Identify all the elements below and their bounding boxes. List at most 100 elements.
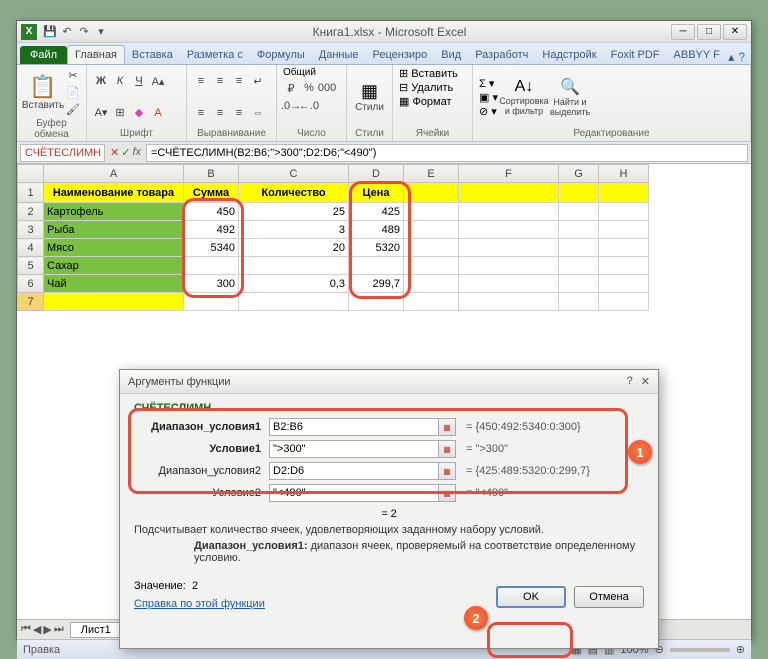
zoom-slider[interactable] (670, 648, 730, 652)
inc-decimal-icon[interactable]: .0→ (283, 98, 299, 114)
cell[interactable] (404, 293, 459, 311)
cell[interactable]: 425 (349, 203, 404, 221)
save-icon[interactable]: 💾 (43, 25, 57, 39)
row-header[interactable]: 3 (18, 221, 44, 239)
cell[interactable] (239, 293, 349, 311)
arg-input-range1[interactable] (269, 418, 439, 436)
tab-view[interactable]: Вид (434, 46, 468, 64)
zoom-in-icon[interactable]: ⊕ (736, 643, 745, 656)
italic-icon[interactable]: К (112, 73, 128, 89)
cell[interactable] (459, 239, 559, 257)
cell[interactable] (599, 183, 649, 203)
cell[interactable]: 492 (184, 221, 239, 239)
paste-button[interactable]: 📋Вставить (23, 74, 63, 111)
arg-input-range2[interactable] (269, 462, 439, 480)
find-select-button[interactable]: 🔍Найти и выделить (550, 77, 590, 117)
cell[interactable]: 3 (239, 221, 349, 239)
underline-icon[interactable]: Ч (131, 73, 147, 89)
col-header[interactable]: B (184, 165, 239, 183)
col-header[interactable]: A (44, 165, 184, 183)
row-header[interactable]: 1 (18, 183, 44, 203)
border-icon[interactable]: ⊞ (112, 105, 128, 121)
tab-insert[interactable]: Вставка (125, 46, 180, 64)
align-bot-icon[interactable]: ≡ (231, 73, 247, 89)
align-center-icon[interactable]: ≡ (212, 105, 228, 121)
font-color-icon[interactable]: A (150, 105, 166, 121)
tab-next-icon[interactable]: ▶ (43, 623, 51, 636)
cell[interactable] (404, 257, 459, 275)
cell[interactable] (404, 239, 459, 257)
cell[interactable] (599, 221, 649, 239)
styles-button[interactable]: ▦Стили (353, 81, 386, 113)
tab-review[interactable]: Рецензиро (366, 46, 435, 64)
select-all-corner[interactable] (18, 165, 44, 183)
cell[interactable]: 300 (184, 275, 239, 293)
cut-icon[interactable]: ✂ (65, 67, 81, 83)
cell[interactable]: Рыба (44, 221, 184, 239)
cell[interactable] (184, 257, 239, 275)
fill-color-icon[interactable]: ◆ (131, 105, 147, 121)
close-button[interactable]: ✕ (723, 24, 747, 40)
row-header[interactable]: 6 (18, 275, 44, 293)
range-picker-icon[interactable]: ▦ (438, 462, 456, 480)
cell[interactable] (459, 183, 559, 203)
fill-down-icon[interactable]: ▣ ▾ (479, 91, 498, 104)
cell[interactable] (459, 203, 559, 221)
col-header[interactable]: H (599, 165, 649, 183)
sheet-tab[interactable]: Лист1 (70, 622, 122, 638)
cell[interactable] (404, 203, 459, 221)
redo-icon[interactable]: ↷ (77, 25, 91, 39)
range-picker-icon[interactable]: ▦ (438, 440, 456, 458)
cell[interactable] (559, 239, 599, 257)
range-picker-icon[interactable]: ▦ (438, 418, 456, 436)
undo-icon[interactable]: ↶ (60, 25, 74, 39)
cell[interactable] (184, 293, 239, 311)
cell[interactable] (599, 239, 649, 257)
cell[interactable]: Сахар (44, 257, 184, 275)
dialog-close-icon[interactable]: ✕ (641, 375, 650, 388)
range-picker-icon[interactable]: ▦ (438, 484, 456, 502)
cell[interactable] (599, 275, 649, 293)
minimize-button[interactable]: ─ (671, 24, 695, 40)
accept-formula-icon[interactable]: ✓ (121, 146, 130, 159)
file-tab[interactable]: Файл (20, 46, 67, 64)
cell[interactable] (599, 293, 649, 311)
cell[interactable]: 5320 (349, 239, 404, 257)
cell[interactable]: Мясо (44, 239, 184, 257)
comma-icon[interactable]: 000 (319, 80, 335, 96)
cell[interactable] (559, 275, 599, 293)
cell[interactable]: 489 (349, 221, 404, 239)
align-top-icon[interactable]: ≡ (193, 73, 209, 89)
cell-delete-button[interactable]: ⊟ Удалить (399, 81, 453, 94)
cell[interactable] (459, 257, 559, 275)
align-mid-icon[interactable]: ≡ (212, 73, 228, 89)
font-size-down-icon[interactable]: A▾ (93, 105, 109, 121)
clear-icon[interactable]: ⊘ ▾ (479, 105, 498, 118)
brush-icon[interactable]: 🖌 (65, 101, 81, 117)
cell[interactable] (404, 183, 459, 203)
formula-input[interactable]: =СЧЁТЕСЛИМН(B2:B6;">300";D2:D6;"<490") (146, 144, 748, 162)
col-header[interactable]: C (239, 165, 349, 183)
autosum-icon[interactable]: Σ ▾ (479, 77, 498, 90)
arg-input-cond1[interactable] (269, 440, 439, 458)
cell[interactable]: 20 (239, 239, 349, 257)
cell[interactable] (559, 183, 599, 203)
help-icon[interactable]: ? (738, 50, 745, 64)
cell[interactable] (459, 275, 559, 293)
bold-icon[interactable]: Ж (93, 73, 109, 89)
cell[interactable] (459, 293, 559, 311)
dialog-titlebar[interactable]: Аргументы функции ?✕ (120, 370, 658, 394)
col-header[interactable]: D (349, 165, 404, 183)
help-link[interactable]: Справка по этой функции (134, 598, 265, 610)
cell[interactable] (404, 275, 459, 293)
cell[interactable] (599, 257, 649, 275)
cell[interactable] (44, 293, 184, 311)
tab-prev-icon[interactable]: ◀ (33, 623, 41, 636)
tab-data[interactable]: Данные (312, 46, 366, 64)
cell[interactable] (239, 257, 349, 275)
cancel-formula-icon[interactable]: ✕ (110, 146, 119, 159)
cancel-button[interactable]: Отмена (574, 586, 644, 608)
cell[interactable] (559, 221, 599, 239)
row-header[interactable]: 5 (18, 257, 44, 275)
sort-filter-button[interactable]: A↓Сортировка и фильтр (504, 78, 544, 116)
